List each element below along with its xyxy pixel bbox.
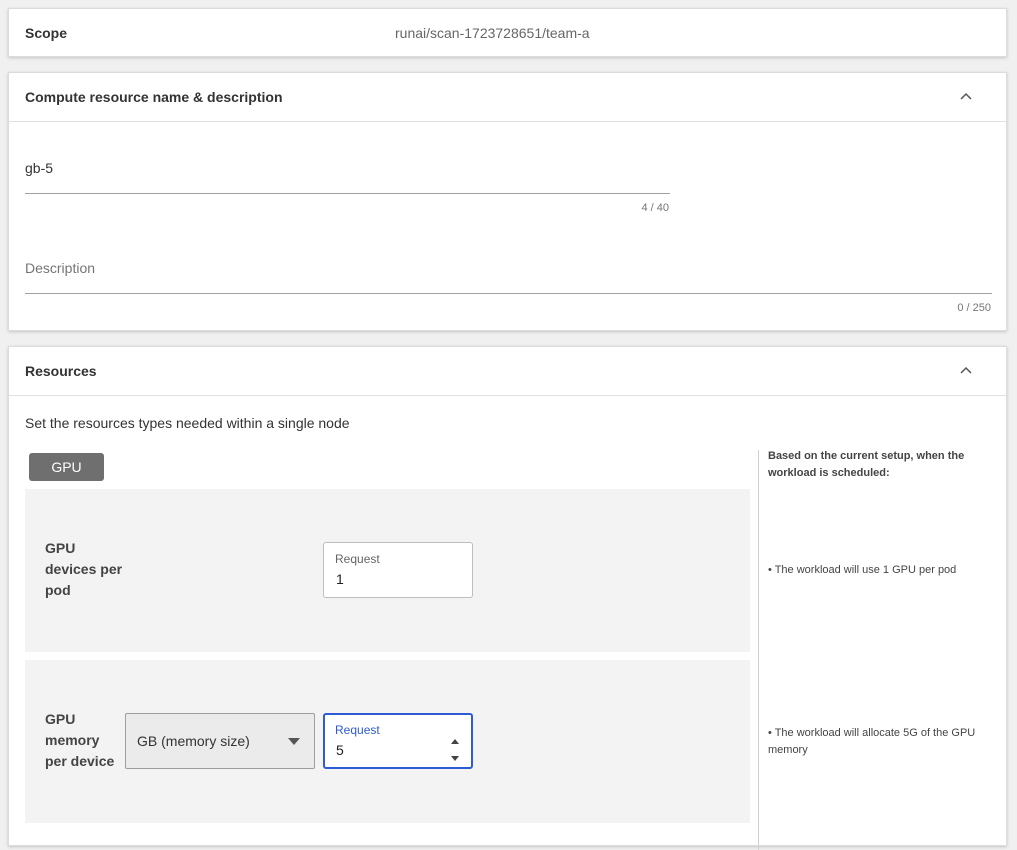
caret-down-icon xyxy=(288,738,300,745)
summary-memory-note: • The workload will allocate 5G of the G… xyxy=(768,727,976,756)
summary-devices-note: • The workload will use 1 GPU per pod xyxy=(768,564,957,576)
gpu-devices-label: GPU devices per pod xyxy=(45,538,127,601)
chevron-up-icon[interactable] xyxy=(960,91,972,103)
gpu-memory-request-input[interactable]: Request 5 xyxy=(323,713,473,769)
scope-value: runai/scan-1723728651/team-a xyxy=(395,25,590,41)
name-input[interactable]: gb-5 xyxy=(25,138,670,194)
spinner-arrows-icon[interactable] xyxy=(449,739,461,761)
gpu-devices-request-input[interactable]: Request 1 xyxy=(323,542,473,598)
label-line: per device xyxy=(45,753,115,769)
gpu-devices-panel: GPU devices per pod Request 1 xyxy=(25,489,750,652)
request-value: 5 xyxy=(336,742,344,758)
scope-header: Scope runai/scan-1723728651/team-a xyxy=(9,9,1006,56)
memory-unit-select[interactable]: GB (memory size) xyxy=(125,713,315,769)
label-line: devices per xyxy=(45,561,123,577)
resources-card: Resources Set the resources types needed… xyxy=(8,346,1007,850)
description-input[interactable]: Description xyxy=(25,243,992,294)
request-label: Request xyxy=(335,723,380,737)
request-label: Request xyxy=(335,552,380,566)
gpu-memory-label: GPU memory per device xyxy=(45,709,127,772)
chevron-up-icon[interactable] xyxy=(960,365,972,377)
name-description-card: Compute resource name & description gb-5… xyxy=(8,72,1007,331)
scope-label: Scope xyxy=(25,24,68,41)
label-line: GPU xyxy=(45,711,76,727)
description-placeholder: Description xyxy=(25,260,96,276)
resources-intro: Set the resources types needed within a … xyxy=(25,415,350,431)
label-line: memory xyxy=(45,732,100,748)
gpu-memory-panel: GPU memory per device GB (memory size) R… xyxy=(25,660,750,823)
scope-card: Scope runai/scan-1723728651/team-a xyxy=(8,8,1007,57)
section-title: Compute resource name & description xyxy=(25,89,283,105)
name-char-counter: 4 / 40 xyxy=(641,202,669,214)
gpu-tab[interactable]: GPU xyxy=(29,453,104,481)
name-value: gb-5 xyxy=(25,160,54,176)
summary-divider xyxy=(758,450,759,850)
resources-header[interactable]: Resources xyxy=(9,347,1006,396)
description-char-counter: 0 / 250 xyxy=(957,302,991,314)
select-value: GB (memory size) xyxy=(137,733,250,749)
request-value: 1 xyxy=(336,571,344,587)
name-description-header[interactable]: Compute resource name & description xyxy=(9,73,1006,122)
label-line: pod xyxy=(45,582,71,598)
spin-up-icon[interactable] xyxy=(451,739,459,744)
section-title: Resources xyxy=(25,363,97,379)
summary-heading: Based on the current setup, when the wor… xyxy=(768,450,965,479)
label-line: GPU xyxy=(45,540,76,556)
spin-down-icon[interactable] xyxy=(451,756,459,761)
